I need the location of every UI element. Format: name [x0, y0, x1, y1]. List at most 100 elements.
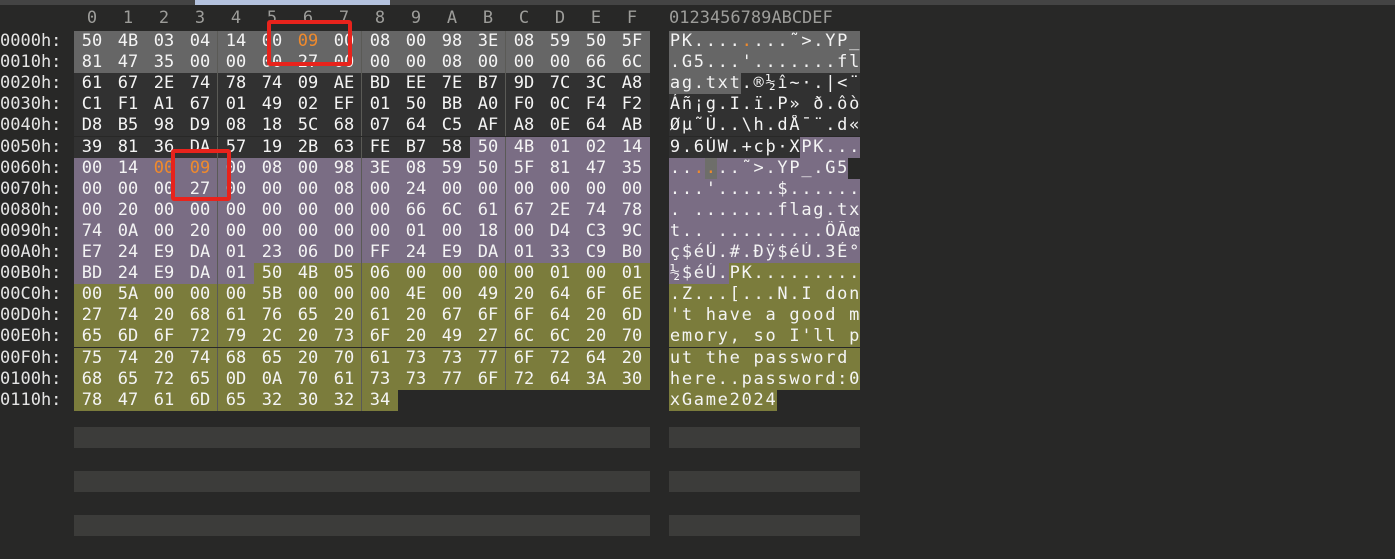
hex-byte[interactable]: 6E — [614, 284, 650, 305]
hex-byte[interactable]: 00 — [74, 200, 110, 221]
hex-byte[interactable]: C9 — [578, 242, 614, 263]
hex-byte[interactable]: BD — [74, 263, 110, 284]
hex-byte[interactable]: 77 — [434, 369, 470, 390]
hex-byte[interactable]: 3C — [578, 73, 614, 94]
ascii-row[interactable]: t.. .........ÔÃœ — [669, 221, 861, 242]
hex-byte[interactable]: 00 — [254, 221, 290, 242]
hex-byte[interactable]: C3 — [578, 221, 614, 242]
hex-byte[interactable]: 65 — [74, 326, 110, 347]
hex-byte[interactable]: 73 — [398, 348, 434, 369]
hex-byte[interactable]: 70 — [290, 369, 326, 390]
hex-byte[interactable]: 49 — [470, 284, 506, 305]
hex-byte[interactable]: 68 — [182, 305, 218, 326]
hex-byte[interactable]: 35 — [614, 158, 650, 179]
hex-byte[interactable]: 01 — [218, 263, 254, 284]
hex-byte[interactable]: 24 — [398, 179, 434, 200]
hex-byte[interactable]: 78 — [614, 200, 650, 221]
hex-byte[interactable]: 4B — [110, 31, 146, 52]
hex-byte[interactable]: 01 — [614, 263, 650, 284]
hex-byte[interactable]: 50 — [74, 31, 110, 52]
ascii-row[interactable]: Áñ ¡ g. I. ï. P» ð.ôò — [669, 94, 861, 115]
hex-byte[interactable]: 08 — [218, 115, 254, 136]
hex-byte[interactable]: 20 — [578, 326, 614, 347]
hex-byte[interactable]: 00 — [290, 158, 326, 179]
hex-byte[interactable]: 18 — [254, 115, 290, 136]
hex-byte[interactable]: 73 — [434, 348, 470, 369]
hex-byte[interactable]: 0D — [218, 369, 254, 390]
hex-byte[interactable]: E7 — [74, 242, 110, 263]
hex-byte[interactable]: A0 — [470, 94, 506, 115]
hex-byte[interactable]: 08 — [254, 158, 290, 179]
hex-byte[interactable]: 34 — [362, 390, 398, 411]
hex-byte[interactable]: 78 — [74, 390, 110, 411]
ascii-row[interactable]: ut the password — [669, 348, 861, 369]
ascii-row[interactable]: ...... ˜ >. Y P _. G 5 — [669, 158, 860, 179]
ascii-row[interactable]: ç $ é Ú. #. Ðÿ $ é Ú. 3 É ° — [669, 242, 861, 263]
hex-byte[interactable]: 32 — [254, 390, 290, 411]
hex-byte[interactable]: 0A — [110, 221, 146, 242]
hex-byte[interactable]: 00 — [542, 52, 578, 73]
hex-byte[interactable]: 2E — [542, 200, 578, 221]
hex-byte[interactable]: 00 — [326, 221, 362, 242]
hex-byte[interactable]: B5 — [110, 115, 146, 136]
hex-byte[interactable]: 30 — [290, 390, 326, 411]
hex-byte[interactable]: 01 — [506, 242, 542, 263]
hex-byte[interactable]: 61 — [146, 390, 182, 411]
top-scrollbar-track[interactable] — [0, 0, 1395, 5]
hex-byte[interactable]: AE — [326, 73, 362, 94]
hex-byte[interactable]: 47 — [110, 390, 146, 411]
hex-byte[interactable]: 47 — [110, 52, 146, 73]
hex-byte[interactable]: 00 — [74, 158, 110, 179]
hex-byte[interactable]: EE — [398, 73, 434, 94]
hex-byte[interactable]: 77 — [470, 348, 506, 369]
hex-byte[interactable]: 00 — [506, 221, 542, 242]
hex-byte[interactable]: 00 — [362, 52, 398, 73]
hex-byte[interactable]: 73 — [326, 326, 362, 347]
hex-byte[interactable]: 73 — [362, 369, 398, 390]
hex-byte[interactable]: 64 — [542, 305, 578, 326]
hex-byte[interactable]: 20 — [614, 348, 650, 369]
hex-byte[interactable]: 81 — [110, 137, 146, 158]
ascii-row[interactable]: 9. 6 Ú W. + c þ · X P K... — [669, 137, 861, 158]
hex-byte[interactable]: 30 — [614, 369, 650, 390]
hex-byte[interactable]: 50 — [578, 31, 614, 52]
hex-byte[interactable]: 98 — [146, 115, 182, 136]
top-scrollbar-thumb[interactable] — [195, 0, 390, 5]
hex-byte[interactable]: 70 — [326, 348, 362, 369]
hex-byte[interactable]: AF — [470, 115, 506, 136]
hex-byte[interactable]: 70 — [614, 326, 650, 347]
hex-byte[interactable]: 00 — [326, 200, 362, 221]
hex-byte[interactable]: A8 — [614, 73, 650, 94]
hex-byte[interactable]: 59 — [434, 158, 470, 179]
hex-byte[interactable]: C1 — [74, 94, 110, 115]
hex-byte[interactable]: 65 — [110, 369, 146, 390]
hex-byte[interactable]: 65 — [182, 369, 218, 390]
hex-byte[interactable]: 00 — [218, 284, 254, 305]
hex-byte[interactable]: 5F — [506, 158, 542, 179]
hex-byte[interactable]: 00 — [110, 179, 146, 200]
hex-byte[interactable]: E9 — [146, 263, 182, 284]
hex-byte[interactable]: 00 — [182, 284, 218, 305]
ascii-row[interactable]: Øµ ˜ Ù.. \ h. d Å ¯ ¨. d « — [669, 115, 861, 136]
hex-byte[interactable]: 3E — [470, 31, 506, 52]
hex-byte[interactable]: B7 — [398, 137, 434, 158]
hex-byte[interactable]: 65 — [290, 305, 326, 326]
hex-byte[interactable]: 20 — [398, 326, 434, 347]
hex-byte[interactable]: 01 — [542, 263, 578, 284]
hex-byte[interactable]: 72 — [182, 326, 218, 347]
hex-byte[interactable]: F2 — [614, 94, 650, 115]
hex-byte[interactable]: 4B — [290, 263, 326, 284]
hex-byte[interactable]: 01 — [398, 221, 434, 242]
hex-byte[interactable]: 20 — [110, 200, 146, 221]
hex-byte[interactable]: 0E — [542, 115, 578, 136]
hex-byte[interactable]: 6F — [470, 369, 506, 390]
hex-byte[interactable]: 00 — [506, 179, 542, 200]
hex-byte[interactable]: 67 — [506, 200, 542, 221]
hex-byte[interactable]: 06 — [290, 242, 326, 263]
hex-byte[interactable]: 64 — [578, 115, 614, 136]
hex-byte[interactable]: 49 — [254, 94, 290, 115]
ascii-row[interactable]: ' t have a good m — [669, 305, 861, 326]
hex-byte[interactable]: 9C — [614, 221, 650, 242]
hex-byte[interactable]: 00 — [362, 221, 398, 242]
hex-byte[interactable]: 00 — [362, 200, 398, 221]
